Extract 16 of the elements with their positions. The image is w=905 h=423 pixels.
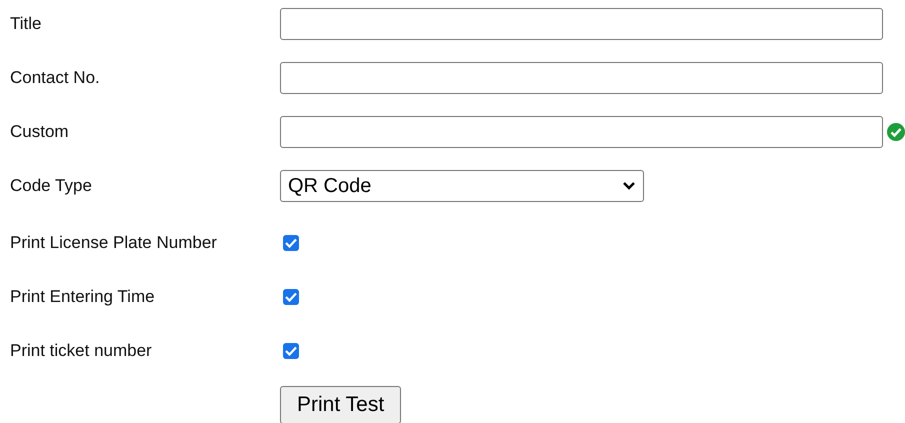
chevron-down-icon	[623, 182, 635, 190]
text-field[interactable]	[280, 8, 883, 40]
field-label: Print ticket number	[10, 340, 153, 362]
text-field[interactable]	[280, 116, 883, 148]
checkbox[interactable]	[283, 289, 299, 305]
print-test-button[interactable]: Print Test	[280, 386, 402, 423]
field-label: Print License Plate Number	[10, 232, 218, 254]
checkbox[interactable]	[283, 343, 299, 359]
field-label: Print Entering Time	[10, 286, 156, 308]
field-label: Code Type	[10, 175, 93, 197]
field-label: Contact No.	[10, 67, 101, 89]
checkbox[interactable]	[283, 235, 299, 251]
text-field[interactable]	[280, 62, 883, 94]
field-label: Custom	[10, 121, 70, 143]
field-label: Title	[10, 13, 42, 35]
code-type-select[interactable]: QR Code	[280, 170, 644, 202]
